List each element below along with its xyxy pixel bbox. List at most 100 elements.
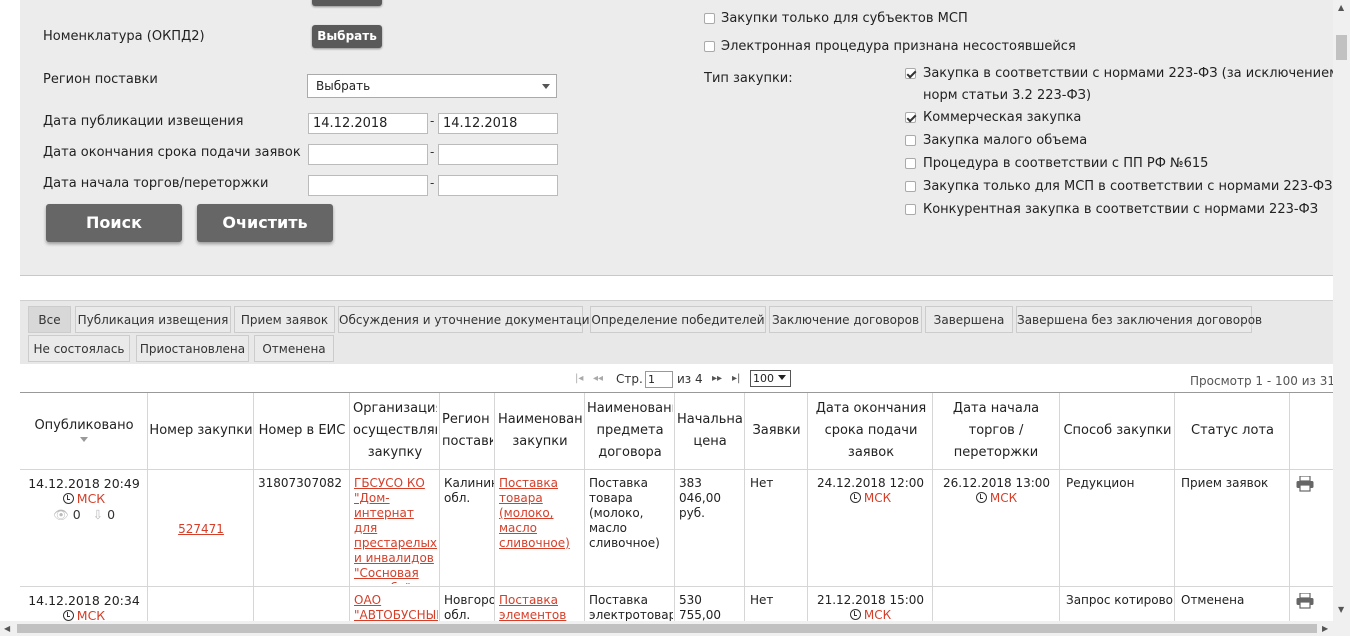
row1-deadline: 24.12.2018 12:00 МСК [808,476,933,506]
row1-deadline-tz: МСК [863,491,892,505]
print-icon[interactable] [1296,476,1314,492]
col-header-apps[interactable]: Заявки [745,420,808,442]
col-header-status[interactable]: Статус лота [1175,420,1290,442]
vertical-scroll-thumb[interactable] [1336,35,1347,60]
type-label-commercial: Коммерческая закупка [923,110,1082,125]
tab-completed-no-contract[interactable]: Завершена без заключения договоров [1016,306,1262,333]
row2-subject: Поставка электротовар [589,593,673,622]
col-header-name[interactable]: Наименование закупки [498,409,582,453]
row2-price: 530 755,00 [679,593,721,622]
deadline-from-input[interactable] [308,144,428,165]
row2-published: 14.12.2018 20:34 МСК [20,593,148,623]
clock-icon [62,610,74,621]
last-page-icon[interactable]: ▸| [732,373,740,384]
row1-subject: Поставка товара (молоко, масло сливочное… [589,476,660,550]
nomenclature-select-button[interactable]: Выбрать [312,25,382,48]
scroll-down-icon[interactable]: ▼ [1338,605,1344,614]
row2-apps: Нет [750,593,774,607]
tab-winners[interactable]: Определение победителей [590,306,766,333]
row2-org-link[interactable]: ОАО "АВТОБУСНЫЙ [354,593,438,623]
region-label: Регион поставки [43,72,158,87]
filter-panel: Номенклатура (ОКПД2) Выбрать Регион пост… [20,0,1339,276]
region-select[interactable]: Выбрать [307,74,557,98]
prev-page-icon[interactable]: ◂◂ [593,373,603,384]
row1-eis: 31807307082 [258,476,342,490]
clock-icon [849,609,861,620]
row1-apps: Нет [750,476,774,490]
col-header-published[interactable]: Опубликовано [20,415,148,459]
horizontal-scroll-thumb[interactable] [17,624,1317,633]
row1-method: Редукцион [1066,476,1135,490]
scroll-right-icon[interactable]: ▶ [1322,624,1328,633]
col-header-region[interactable]: Регион поставки [442,409,493,453]
col-header-subject[interactable]: Наименование предмета договора [587,398,673,464]
tab-accepting[interactable]: Прием заявок [234,306,335,333]
scroll-left-icon[interactable]: ◀ [4,624,10,633]
tab-publication[interactable]: Публикация извещения [75,306,231,333]
page-size-select[interactable]: 100 [750,370,791,387]
auction-from-input[interactable] [308,175,428,196]
type-checkbox-competitive[interactable] [905,204,916,215]
col-header-deadline[interactable]: Дата окончания срока подачи заявок [815,398,927,464]
tab-completed[interactable]: Завершена [925,306,1013,333]
eye-icon: 👁 [52,507,69,522]
failed-procedure-label: Электронная процедура признана несостояв… [721,39,1076,54]
row1-views: 0 [72,507,81,522]
col-header-method[interactable]: Способ закупки [1060,420,1175,442]
row1-timezone: МСК [76,491,106,506]
tab-discussion[interactable]: Обсуждения и уточнение документации [338,306,597,333]
col-header-price[interactable]: Начальная цена [677,409,743,453]
col-header-eis[interactable]: Номер в ЕИС [254,420,350,442]
row1-status: Прием заявок [1181,476,1269,490]
col-header-number[interactable]: Номер закупки [148,420,254,442]
view-range-text: Просмотр 1 - 100 из 314 [1190,374,1343,388]
clock-icon [975,492,987,503]
col-header-auction[interactable]: Дата начала торгов / переторжки [940,398,1052,464]
row2-deadline-date: 21.12.2018 15:00 [816,593,925,607]
pub-date-to-input[interactable]: 14.12.2018 [438,113,558,134]
row2-name-link[interactable]: Поставка элементов [499,593,583,623]
scroll-up-icon[interactable]: ▲ [1338,3,1344,12]
row2-published-date: 14.12.2018 20:34 [28,593,140,608]
clear-button[interactable]: Очистить [197,204,333,242]
chevron-down-icon [778,375,786,380]
tab-suspended[interactable]: Приостановлена [136,335,249,362]
pub-date-from-input[interactable]: 14.12.2018 [308,113,428,134]
tab-cancelled[interactable]: Отменена [254,335,334,362]
vertical-scrollbar[interactable]: ▲ ▼ [1333,0,1350,636]
auction-date-label: Дата начала торгов/переторжки [43,176,269,191]
type-checkbox-msp[interactable] [905,181,916,192]
type-checkbox-commercial[interactable] [905,112,916,123]
failed-procedure-checkbox[interactable] [704,41,715,52]
first-page-icon[interactable]: |◂ [575,373,583,384]
row1-number-link[interactable]: 527471 [148,522,254,537]
tab-failed[interactable]: Не состоялась [28,335,130,362]
okved-select-button[interactable] [312,0,382,6]
deadline-to-input[interactable] [438,144,558,165]
next-page-icon[interactable]: ▸▸ [712,373,722,384]
tab-all[interactable]: Все [28,306,71,333]
type-checkbox-small[interactable] [905,135,916,146]
msp-only-checkbox[interactable] [704,13,715,24]
search-button[interactable]: Поиск [46,204,182,242]
chevron-down-icon [542,84,550,89]
clock-icon [62,493,74,504]
pager: |◂ ◂◂ Стр. 1 из 4 ▸▸ ▸| 100 Просмотр 1 -… [20,364,1343,393]
horizontal-scrollbar[interactable]: ◀ ▶ [0,621,1333,636]
row1-price: 383 046,00 руб. [679,476,721,520]
type-checkbox-615[interactable] [905,158,916,169]
col-header-org[interactable]: Организация осуществляющая закупку [353,398,437,464]
auction-to-input[interactable] [438,175,558,196]
row1-downloads: 0 [107,507,116,522]
row2-method: Запрос котировок [1066,593,1174,607]
type-checkbox-223fz[interactable] [905,68,916,79]
print-icon[interactable] [1296,593,1314,609]
region-select-value: Выбрать [316,79,371,93]
sort-arrow-icon [80,437,88,442]
row2-region: Новгоро обл. [444,593,494,622]
tab-contracts[interactable]: Заключение договоров [769,306,922,333]
page-input[interactable]: 1 [645,371,673,388]
row1-name-link[interactable]: Поставка товара (молоко, масло сливочное… [499,476,583,551]
row1-published: 14.12.2018 20:49 МСК 👁 0 ⇩ 0 [20,476,148,522]
row1-org-link[interactable]: ГБСУСО КО "Дом-интернат для престарелых … [354,476,438,584]
